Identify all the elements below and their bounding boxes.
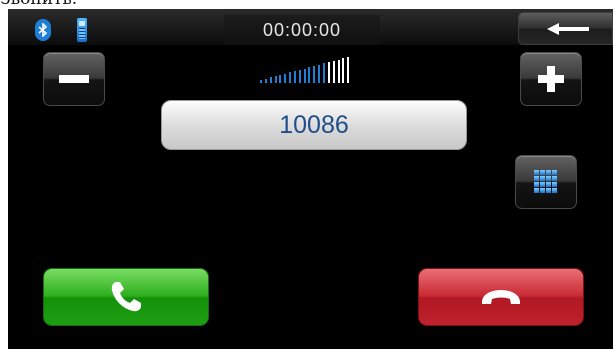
minus-icon — [59, 75, 89, 83]
volume-up-button[interactable] — [520, 52, 582, 106]
volume-bar — [303, 68, 306, 83]
hangup-handset-icon — [482, 290, 520, 304]
volume-bar — [289, 72, 292, 83]
volume-bar — [308, 67, 311, 83]
bluetooth-icon — [35, 19, 51, 41]
call-timer-box: 00:00:00 — [224, 15, 380, 45]
answer-call-button[interactable] — [43, 268, 209, 326]
phone-handset-icon — [111, 282, 141, 312]
volume-meter — [260, 57, 352, 83]
volume-bar — [260, 80, 262, 83]
status-bar: 00:00:00 — [8, 9, 613, 45]
dialed-number: 10086 — [279, 111, 349, 139]
call-timer: 00:00:00 — [262, 20, 342, 40]
mobile-phone-icon — [77, 18, 87, 42]
back-arrow-icon — [547, 23, 589, 35]
volume-bar — [327, 62, 330, 83]
plus-icon — [538, 66, 564, 92]
volume-bar — [342, 58, 345, 83]
volume-bar — [313, 65, 316, 83]
volume-bar — [347, 57, 350, 83]
keypad-button[interactable] — [515, 155, 577, 209]
phone-call-screen: 00:00:00 10086 — [8, 9, 613, 349]
keypad-grid-icon — [534, 170, 557, 193]
caption-text: Звонить. — [0, 0, 160, 9]
volume-bar — [332, 60, 335, 83]
volume-bar — [318, 64, 321, 83]
volume-bar — [298, 69, 301, 83]
back-button[interactable] — [518, 12, 613, 45]
volume-bar — [279, 74, 282, 83]
hang-up-button[interactable] — [418, 268, 584, 326]
volume-bar — [274, 76, 277, 83]
volume-bar — [264, 78, 267, 83]
volume-bar — [337, 59, 340, 83]
volume-bar — [284, 73, 287, 83]
volume-down-button[interactable] — [43, 52, 105, 106]
volume-bar — [293, 71, 296, 83]
dialed-number-display: 10086 — [161, 100, 467, 150]
volume-bar — [322, 63, 325, 83]
volume-bar — [269, 77, 272, 83]
